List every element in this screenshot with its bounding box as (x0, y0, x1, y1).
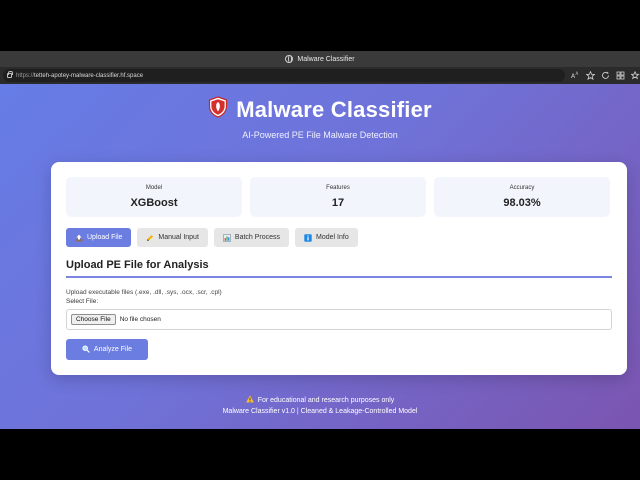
tab-bar: Upload File Manual Input Batch Process M… (66, 228, 358, 247)
url-host: tetteh-apotey-malware-classifier.hf.spac… (34, 72, 144, 79)
extensions-icon[interactable] (616, 71, 625, 80)
tab-model-info[interactable]: Model Info (295, 228, 358, 247)
favorite-star-icon[interactable] (586, 71, 595, 80)
screen: Malware Classifier https:// tetteh-apote… (0, 0, 640, 480)
file-input[interactable]: Choose File No file chosen (66, 309, 612, 330)
tab-upload-file[interactable]: Upload File (66, 228, 132, 247)
analyze-file-button[interactable]: Analyze File (66, 339, 148, 360)
favorites-bar-icon[interactable] (631, 71, 640, 80)
shield-icon (208, 96, 228, 123)
browser-toolbar: AA (571, 71, 640, 80)
stat-label: Features (326, 185, 350, 191)
upload-help-text: Upload executable files (.exe, .dll, .sy… (66, 289, 222, 296)
choose-file-button[interactable]: Choose File (71, 314, 116, 325)
tab-label: Upload File (87, 234, 123, 241)
page-footer: For educational and research purposes on… (0, 395, 640, 417)
stat-value: 17 (331, 197, 345, 209)
main-card: Model XGBoost Features 17 Accuracy 98.03… (51, 162, 627, 375)
section-divider (66, 276, 612, 278)
app-header: Malware Classifier AI-Powered PE File Ma… (0, 96, 640, 140)
read-aloud-icon[interactable]: AA (571, 71, 580, 80)
magnifier-icon (82, 344, 90, 355)
browser-titlebar: Malware Classifier (0, 51, 640, 67)
svg-text:A: A (576, 71, 579, 76)
refresh-icon[interactable] (601, 71, 610, 80)
stat-label: Accuracy (509, 185, 535, 191)
tab-label: Manual Input (158, 234, 199, 241)
file-status: No file chosen (119, 316, 161, 323)
stat-accuracy: Accuracy 98.03% (434, 177, 610, 217)
tab-label: Batch Process (234, 234, 281, 241)
warning-icon (245, 395, 254, 407)
pencil-icon (146, 234, 154, 242)
globe-icon (285, 55, 294, 63)
stat-label: Model (145, 185, 163, 191)
browser-addressbar: https:// tetteh-apotey-malware-classifie… (0, 67, 640, 84)
url-scheme: https:// (16, 72, 35, 79)
stat-model: Model XGBoost (66, 177, 242, 217)
url-field[interactable]: https:// tetteh-apotey-malware-classifie… (3, 69, 565, 82)
tab-label: Model Info (316, 234, 349, 241)
footer-disclaimer: For educational and research purposes on… (257, 397, 395, 404)
stats-row: Model XGBoost Features 17 Accuracy 98.03… (66, 177, 610, 217)
tab-batch-process[interactable]: Batch Process (213, 228, 290, 247)
stat-features: Features 17 (250, 177, 426, 217)
tab-manual-input[interactable]: Manual Input (137, 228, 208, 247)
bar-chart-icon (223, 233, 231, 242)
upload-icon (75, 234, 83, 242)
analyze-button-label: Analyze File (93, 346, 133, 353)
page-subtitle: AI-Powered PE File Malware Detection (242, 130, 398, 140)
footer-version: Malware Classifier v1.0 | Cleaned & Leak… (222, 408, 418, 415)
file-field-label: Select File: (66, 298, 99, 305)
window-title: Malware Classifier (297, 55, 355, 63)
page-title: Malware Classifier (236, 96, 432, 122)
info-icon (304, 233, 312, 242)
stat-value: XGBoost (130, 197, 178, 209)
app-page: Malware Classifier AI-Powered PE File Ma… (0, 84, 640, 429)
lock-icon[interactable] (7, 71, 13, 78)
stat-value: 98.03% (503, 197, 541, 209)
section-title: Upload PE File for Analysis (66, 259, 209, 271)
